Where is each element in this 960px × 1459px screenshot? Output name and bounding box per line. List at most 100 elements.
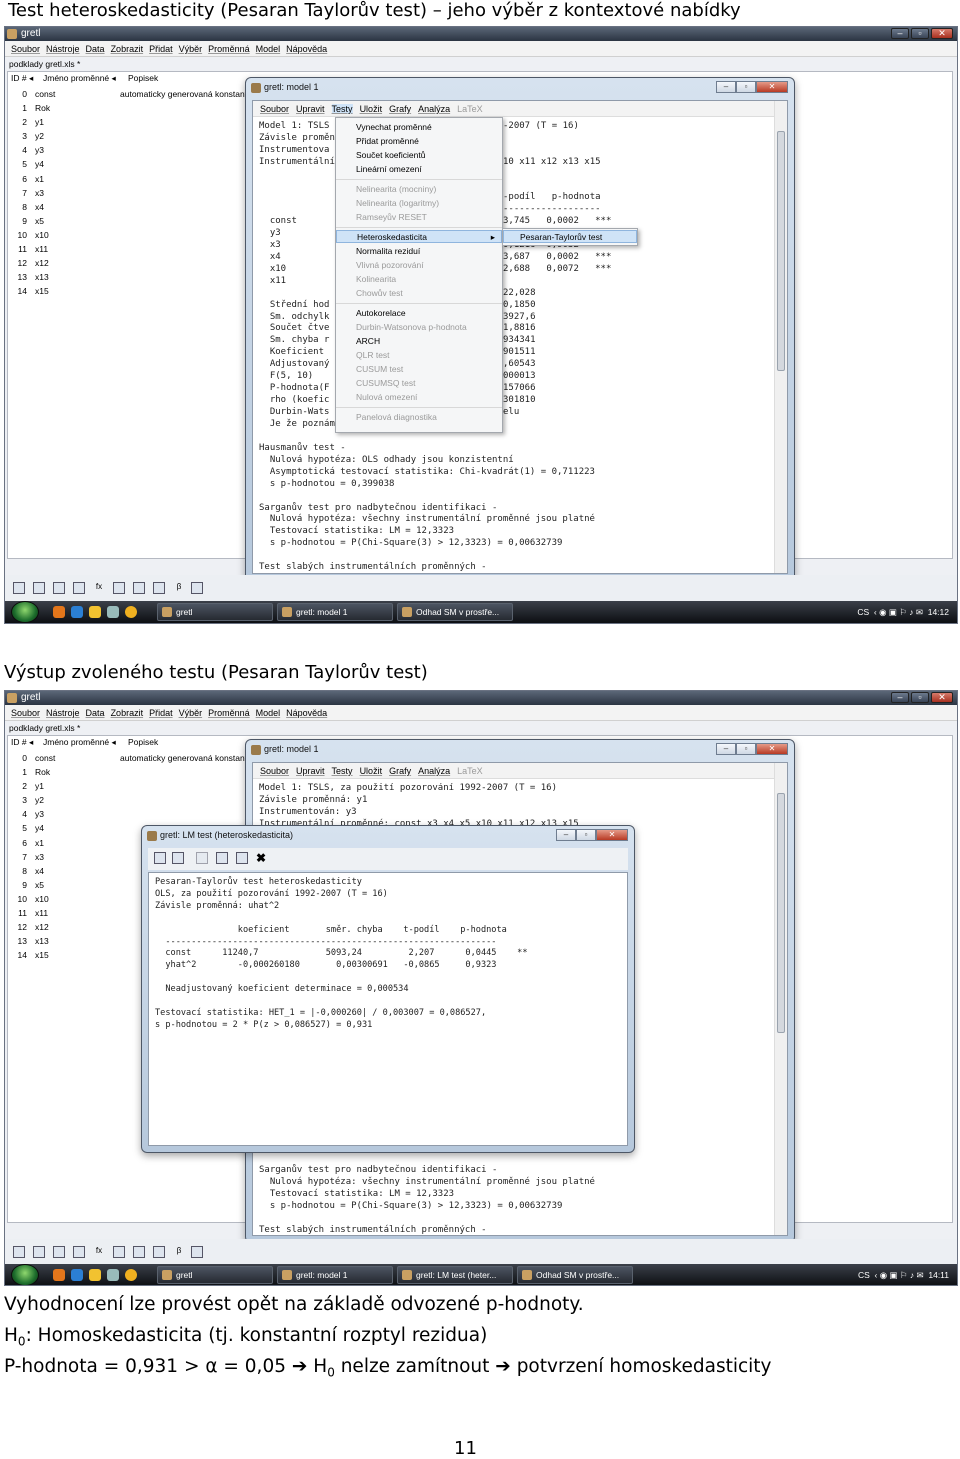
- language-indicator[interactable]: CS: [858, 1270, 870, 1280]
- menu-upravit[interactable]: Upravit: [296, 766, 325, 776]
- scrollbar[interactable]: [774, 763, 787, 1235]
- minimize-button[interactable]: –: [556, 829, 576, 841]
- list-item[interactable]: 4 y3: [9, 143, 252, 157]
- menu-item-vynechat[interactable]: Vynechat proměnné: [336, 121, 502, 134]
- menu-analyza[interactable]: Analýza: [418, 104, 450, 114]
- console-icon[interactable]: [53, 1246, 65, 1258]
- console-icon[interactable]: [53, 582, 65, 594]
- menu-grafy[interactable]: Grafy: [389, 766, 411, 776]
- list-item[interactable]: 2 y1: [9, 115, 252, 129]
- menu-upravit[interactable]: Upravit: [296, 104, 325, 114]
- list-item[interactable]: 0 const automaticky generovaná konstanta: [9, 751, 252, 765]
- col-id-header[interactable]: ID # ◂: [11, 737, 33, 748]
- col-desc-header[interactable]: Popisek: [128, 737, 158, 747]
- maximize-button[interactable]: ▫: [576, 829, 596, 841]
- explorer-icon[interactable]: [89, 606, 101, 618]
- menu-pridat[interactable]: Přidat: [149, 708, 173, 718]
- close-button[interactable]: ✕: [596, 829, 628, 841]
- list-item[interactable]: 13 x13: [9, 270, 252, 284]
- menu-item-heteroskedasticita[interactable]: Heteroskedasticita ▸: [336, 230, 502, 243]
- function-icon[interactable]: fx: [93, 582, 105, 594]
- maximize-button[interactable]: ▫: [736, 81, 756, 93]
- menu-promenna[interactable]: Proměnná: [208, 44, 250, 54]
- list-item[interactable]: 1 Rok: [9, 101, 252, 115]
- maximize-button[interactable]: ▫: [736, 743, 756, 755]
- menu-analyza[interactable]: Analýza: [418, 766, 450, 776]
- menu-promenna[interactable]: Proměnná: [208, 708, 250, 718]
- list-item[interactable]: 7 x3: [9, 186, 252, 200]
- scrollbar-thumb[interactable]: [777, 793, 785, 1033]
- menu-napoveda[interactable]: Nápověda: [286, 44, 327, 54]
- menu-vyber[interactable]: Výběr: [179, 44, 203, 54]
- taskbar-button-model[interactable]: gretl: model 1: [277, 603, 393, 621]
- ie-icon[interactable]: [71, 606, 83, 618]
- menu-model[interactable]: Model: [256, 708, 281, 718]
- menu-soubor[interactable]: Soubor: [11, 708, 40, 718]
- menu-soubor[interactable]: Soubor: [11, 44, 40, 54]
- menu-pridat[interactable]: Přidat: [149, 44, 173, 54]
- calculator-icon[interactable]: [13, 1246, 25, 1258]
- window-icon[interactable]: [236, 852, 248, 864]
- menu-grafy[interactable]: Grafy: [389, 104, 411, 114]
- close-button[interactable]: ✕: [931, 692, 953, 703]
- graph-icon[interactable]: [133, 1246, 145, 1258]
- list-item[interactable]: 10 x10: [9, 228, 252, 242]
- list-item[interactable]: 3 y2: [9, 793, 252, 807]
- chart-icon[interactable]: [153, 582, 165, 594]
- list-item[interactable]: 2 y1: [9, 779, 252, 793]
- start-orb[interactable]: [11, 1264, 39, 1285]
- close-button[interactable]: ✕: [756, 743, 788, 755]
- ie-icon[interactable]: [71, 1269, 83, 1281]
- menu-item-pridat[interactable]: Přidat proměnné: [336, 135, 502, 148]
- session-icon[interactable]: [73, 582, 85, 594]
- minimize-button[interactable]: –: [891, 692, 909, 703]
- copy-icon[interactable]: [196, 852, 208, 864]
- menu-soubor[interactable]: Soubor: [260, 766, 289, 776]
- minimize-button[interactable]: –: [716, 743, 736, 755]
- menu-zobrazit[interactable]: Zobrazit: [111, 44, 144, 54]
- clock[interactable]: 14:11: [928, 1270, 949, 1280]
- list-item[interactable]: 14 x15: [9, 284, 252, 298]
- beta-icon[interactable]: β: [173, 582, 185, 594]
- list-item[interactable]: 3 y2: [9, 129, 252, 143]
- scrollbar-thumb[interactable]: [777, 131, 785, 371]
- close-button[interactable]: ✕: [756, 81, 788, 93]
- menu-data[interactable]: Data: [86, 708, 105, 718]
- close-icon[interactable]: ✖: [256, 851, 266, 865]
- start-orb[interactable]: [11, 601, 39, 623]
- chart-icon[interactable]: [153, 1246, 165, 1258]
- menu-model[interactable]: Model: [256, 44, 281, 54]
- minimize-button[interactable]: –: [891, 28, 909, 39]
- col-desc-header[interactable]: Popisek: [128, 73, 158, 83]
- menu-nastroje[interactable]: Nástroje: [46, 44, 80, 54]
- menu-item-normalita[interactable]: Normalita reziduí: [336, 245, 502, 258]
- pdf-icon[interactable]: [113, 1246, 125, 1258]
- list-item[interactable]: 4 y3: [9, 807, 252, 821]
- language-indicator[interactable]: CS: [857, 607, 869, 617]
- maximize-button[interactable]: ▫: [911, 692, 929, 703]
- edit-icon[interactable]: [216, 852, 228, 864]
- list-item[interactable]: 8 x4: [9, 200, 252, 214]
- list-item[interactable]: 0 const automaticky generovaná konstanta: [9, 87, 252, 101]
- menu-item-pesaran-taylor[interactable]: Pesaran-Taylorův test: [503, 230, 637, 243]
- graph-icon[interactable]: [133, 582, 145, 594]
- taskbar-button-lm-test[interactable]: gretl: LM test (heter...: [397, 1266, 513, 1284]
- close-button[interactable]: ✕: [931, 28, 953, 39]
- list-item[interactable]: 5 y4: [9, 157, 252, 171]
- list-item[interactable]: 11 x11: [9, 242, 252, 256]
- explorer-icon[interactable]: [89, 1269, 101, 1281]
- media-icon[interactable]: [125, 1269, 137, 1281]
- menu-data[interactable]: Data: [86, 44, 105, 54]
- minimize-button[interactable]: –: [716, 81, 736, 93]
- menu-item-autokorelace[interactable]: Autokorelace: [336, 307, 502, 320]
- desktop-icon[interactable]: [107, 1269, 119, 1281]
- menu-vyber[interactable]: Výběr: [179, 708, 203, 718]
- menu-soubor[interactable]: Soubor: [260, 104, 289, 114]
- menu-item-soucet[interactable]: Součet koeficientů: [336, 149, 502, 162]
- menu-napoveda[interactable]: Nápověda: [286, 708, 327, 718]
- menu-zobrazit[interactable]: Zobrazit: [111, 708, 144, 718]
- pdf-icon[interactable]: [113, 582, 125, 594]
- taskbar-button-odhad[interactable]: Odhad SM v prostře...: [397, 603, 513, 621]
- clock[interactable]: 14:12: [928, 607, 949, 617]
- menu-nastroje[interactable]: Nástroje: [46, 708, 80, 718]
